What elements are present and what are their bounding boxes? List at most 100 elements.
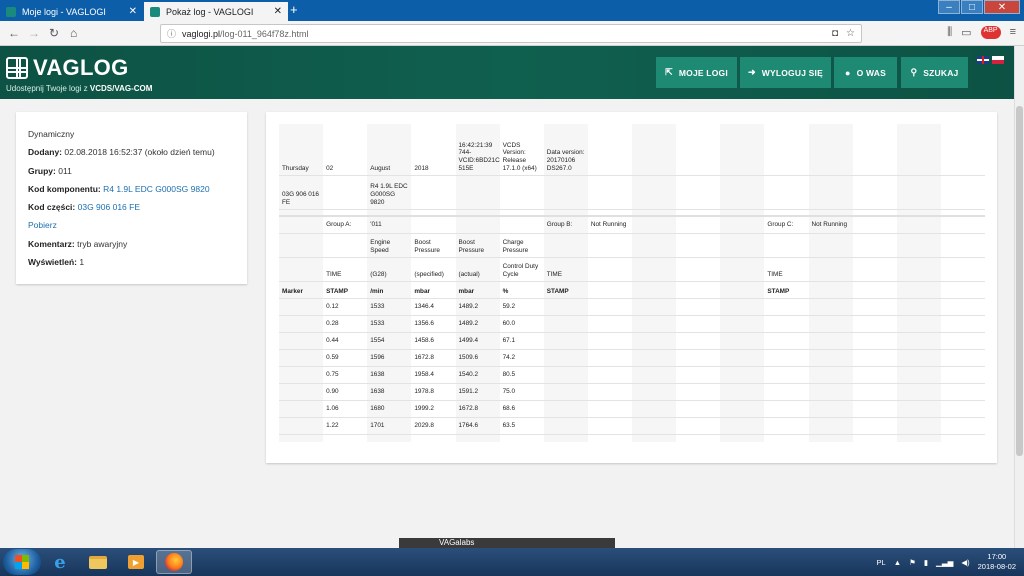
table-cell: [455, 175, 500, 210]
component-link[interactable]: R4 1.9L EDC G000SG 9820: [103, 184, 209, 194]
table-cell: [323, 209, 368, 217]
table-cell: 60.0: [499, 315, 544, 333]
table-cell: 2029.8: [411, 417, 456, 435]
table-cell: [808, 257, 853, 282]
table-cell: [720, 315, 765, 333]
table-cell: [279, 216, 324, 234]
logout-button[interactable]: ➜ WYLOGUJ SIĘ: [740, 57, 831, 88]
part-link[interactable]: 03G 906 016 FE: [78, 202, 140, 212]
sidebar-icon[interactable]: ▭: [961, 26, 971, 39]
clock[interactable]: 17:00 2018-08-02: [978, 552, 1016, 572]
table-row: 0.90 1638 1978.8 1591.2 75.0: [279, 383, 985, 401]
flag-icon[interactable]: ⚑: [909, 558, 916, 567]
table-cell: [499, 216, 544, 234]
back-icon[interactable]: ←: [8, 26, 20, 40]
table-row: 1.06 1680 1999.2 1672.8 68.6: [279, 400, 985, 418]
table-cell: [411, 209, 456, 217]
scrollbar-thumb[interactable]: [1016, 106, 1023, 456]
groups-label: Grupy:: [28, 165, 56, 176]
table-cell: [676, 257, 721, 282]
system-tray: PL ▲ ⚑ ▮ ▁▃▅ ◀) 17:00 2018-08-02: [877, 552, 1016, 572]
new-tab-button[interactable]: +: [290, 3, 298, 17]
minimize-icon[interactable]: –: [938, 0, 960, 14]
start-button[interactable]: [3, 549, 41, 575]
table-cell: [676, 124, 721, 176]
taskbar-media-player[interactable]: ▶: [118, 550, 154, 574]
window-controls: – □ ✕: [937, 0, 1020, 14]
table-cell: Group C:: [764, 216, 809, 234]
site-info-icon[interactable]: ⓘ: [167, 27, 176, 40]
table-cell: [455, 216, 500, 234]
table-cell: [587, 257, 632, 282]
table-cell: [411, 216, 456, 234]
address-bar[interactable]: ⓘ vaglogi.pl/log-011_964f78z.html ◘ ☆: [160, 24, 862, 43]
table-cell: [940, 315, 985, 333]
table-cell: /min: [367, 281, 412, 299]
table-cell: [587, 383, 632, 401]
table-cell: '011: [367, 216, 412, 234]
table-cell: [279, 349, 324, 367]
taskbar-explorer[interactable]: [80, 550, 116, 574]
table-cell: [764, 349, 809, 367]
table-cell: [764, 332, 809, 350]
folder-icon: [89, 555, 107, 569]
logout-icon: ➜: [748, 67, 756, 77]
table-cell: [852, 383, 897, 401]
close-tab-icon[interactable]: ✕: [274, 6, 282, 17]
table-cell: [852, 298, 897, 316]
close-tab-icon[interactable]: ✕: [129, 6, 137, 17]
volume-icon[interactable]: ◀): [961, 558, 969, 567]
table-cell: [940, 366, 985, 384]
table-cell: [896, 349, 941, 367]
taskbar-firefox[interactable]: [156, 550, 192, 574]
table-cell: [632, 257, 677, 282]
pocket-icon[interactable]: ◘: [832, 28, 838, 39]
table-cell: [896, 383, 941, 401]
reload-icon[interactable]: ↻: [49, 26, 59, 40]
adblock-icon[interactable]: ABP: [980, 26, 1001, 39]
table-cell: [720, 281, 765, 299]
language-indicator[interactable]: PL: [877, 558, 886, 567]
table-cell: [896, 124, 941, 176]
table-cell: [543, 434, 588, 442]
table-cell: [632, 332, 677, 350]
table-cell: [940, 233, 985, 258]
table-cell: [500, 434, 544, 442]
about-button[interactable]: ● O WAS: [834, 57, 897, 88]
taskbar-internet-explorer[interactable]: e: [42, 550, 78, 574]
library-icon[interactable]: ⫼: [947, 26, 952, 39]
table-cell: STAMP: [764, 281, 809, 299]
table-cell: [632, 216, 677, 234]
polish-flag-icon[interactable]: [992, 56, 1004, 64]
table-cell: 1958.4: [411, 366, 456, 384]
close-window-icon[interactable]: ✕: [984, 0, 1020, 14]
groups-value: 011: [58, 165, 72, 176]
bookmark-star-icon[interactable]: ☆: [846, 28, 855, 39]
forward-icon[interactable]: →: [28, 26, 40, 40]
english-flag-icon[interactable]: [977, 56, 989, 64]
table-cell: [720, 366, 765, 384]
table-cell: [632, 233, 677, 258]
page-scrollbar[interactable]: [1014, 46, 1024, 548]
table-cell: 1489.2: [455, 298, 500, 316]
table-cell: [808, 233, 853, 258]
site-logo[interactable]: VAGLOG: [6, 55, 129, 81]
table-cell: [720, 216, 765, 234]
signal-icon[interactable]: ▁▃▅: [936, 558, 953, 567]
tray-arrow-icon[interactable]: ▲: [894, 558, 901, 567]
maximize-icon[interactable]: □: [961, 0, 983, 14]
browser-tab-moje-logi[interactable]: Moje logi - VAGLOGI ✕: [0, 2, 143, 21]
search-button[interactable]: ⚲ SZUKAJ: [901, 57, 968, 88]
table-cell: 67.1: [499, 332, 544, 350]
table-cell: 1680: [367, 400, 412, 418]
table-cell: [676, 434, 720, 442]
views-value: 1: [79, 257, 85, 268]
table-row: 0.75 1638 1958.4 1540.2 80.5: [279, 366, 985, 384]
table-cell: [852, 124, 897, 176]
browser-tab-pokaz-log[interactable]: Pokaż log - VAGLOGI ✕: [144, 2, 288, 21]
menu-icon[interactable]: ≡: [1010, 26, 1016, 39]
download-link[interactable]: Pobierz: [28, 216, 235, 234]
my-logs-button[interactable]: ⇱ MOJE LOGI: [656, 57, 737, 88]
home-icon[interactable]: ⌂: [70, 26, 77, 40]
battery-icon[interactable]: ▮: [924, 558, 928, 567]
